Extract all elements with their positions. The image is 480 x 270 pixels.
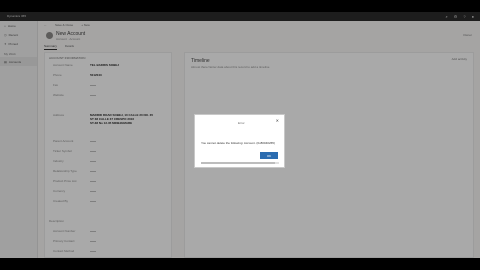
dialog-message: You cannot delete the following: Account…	[201, 141, 275, 145]
app-window: Dynamics 365 ⌕ ⚙ ? ● ⌂ Home ◷ Recent ✦ P…	[0, 12, 480, 258]
progress-fill	[201, 162, 276, 164]
dialog-progress-bar	[201, 162, 279, 164]
dialog-title: Error	[238, 121, 245, 125]
error-dialog: Error ✕ You cannot delete the following:…	[194, 114, 285, 168]
ok-button[interactable]: OK	[260, 152, 278, 159]
close-icon[interactable]: ✕	[276, 119, 279, 123]
